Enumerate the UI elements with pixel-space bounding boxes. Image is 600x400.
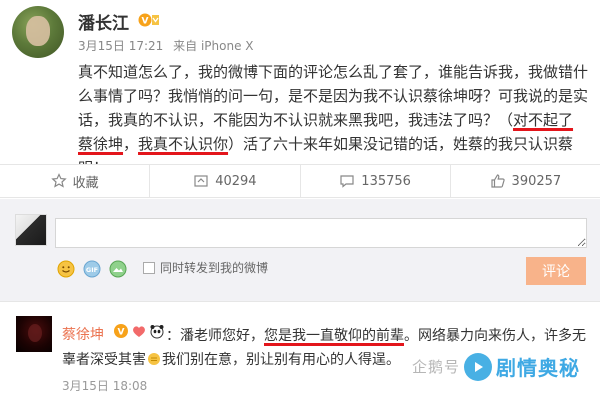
fist-emoji-icon: [148, 353, 160, 365]
repost-button[interactable]: 40294: [150, 165, 301, 197]
repost-checkbox[interactable]: [143, 262, 155, 274]
favorite-label: 收藏: [72, 175, 99, 191]
watermark: 企鹅号 剧情奥秘: [412, 352, 580, 381]
post-text-comma: ，: [123, 135, 139, 153]
comment-meta: 3月15日 18:08: [62, 377, 155, 394]
author-name[interactable]: 潘长江: [78, 9, 129, 34]
comment-text-end: 我们别在意，别让别有用心的人得逞。: [162, 352, 400, 368]
repost-icon: [194, 175, 208, 187]
comment-item: 蔡徐坤 V ：潘老师您好，您是我一直敬仰的前辈。网络暴力向来伤人，许多无辜者深受…: [0, 301, 600, 400]
emoji-icon[interactable]: [57, 260, 75, 278]
post-actions: 收藏 40294 135756 390257: [0, 164, 600, 198]
like-button[interactable]: 390257: [451, 165, 600, 197]
svg-text:GIF: GIF: [86, 266, 98, 274]
post-date[interactable]: 3月15日 17:21: [78, 39, 163, 53]
author-avatar[interactable]: [12, 6, 64, 58]
weibo-post: 潘长江 V 3月15日 17:21 来自 iPhone X 真不知道怎么了，我的…: [0, 0, 600, 200]
comment-text-underlined: 您是我一直敬仰的前辈: [264, 328, 404, 344]
repost-checkbox-label: 同时转发到我的微博: [160, 261, 269, 275]
post-text: 真不知道怎么了，我的微博下面的评论怎么乱了套了，谁能告诉我，我做错什么事情了吗？…: [78, 60, 588, 180]
post-text-quote2: 我真不认识你: [138, 135, 229, 153]
star-icon: [50, 173, 67, 188]
comment-icon: [340, 175, 354, 188]
vip-badge-icon: V: [138, 13, 159, 27]
my-avatar: [15, 214, 47, 246]
composer-tools: GIF: [57, 260, 127, 278]
gif-icon[interactable]: GIF: [83, 260, 101, 278]
comment-composer: GIF 同时转发到我的微博 评论: [0, 199, 600, 301]
comment-date: 3月15日 18:08: [62, 379, 148, 393]
comment-count: 135756: [361, 173, 411, 189]
post-source: 来自 iPhone X: [173, 39, 254, 53]
commenter-avatar[interactable]: [16, 316, 52, 352]
submit-comment-button[interactable]: 评论: [526, 257, 586, 285]
thumbs-up-icon: [490, 174, 505, 188]
comment-text-lead: 潘老师您好，: [180, 328, 264, 344]
watermark-name: 剧情奥秘: [496, 356, 581, 380]
image-icon[interactable]: [109, 260, 127, 278]
comment-button[interactable]: 135756: [301, 165, 451, 197]
watermark-site: 企鹅号: [412, 358, 461, 376]
svg-text:V: V: [142, 17, 149, 27]
post-text-part1: 真不知道怎么了，我的微博下面的评论怎么乱了套了，谁能告诉我，我做错什么事情了吗？…: [78, 63, 589, 129]
post-meta: 3月15日 17:21 来自 iPhone X: [78, 37, 260, 54]
like-count: 390257: [511, 173, 562, 189]
comment-separator: ：: [166, 328, 180, 344]
play-logo-icon: [464, 352, 493, 381]
favorite-button[interactable]: 收藏: [0, 165, 151, 197]
comment-input[interactable]: [55, 218, 587, 248]
repost-count: 40294: [215, 173, 257, 189]
